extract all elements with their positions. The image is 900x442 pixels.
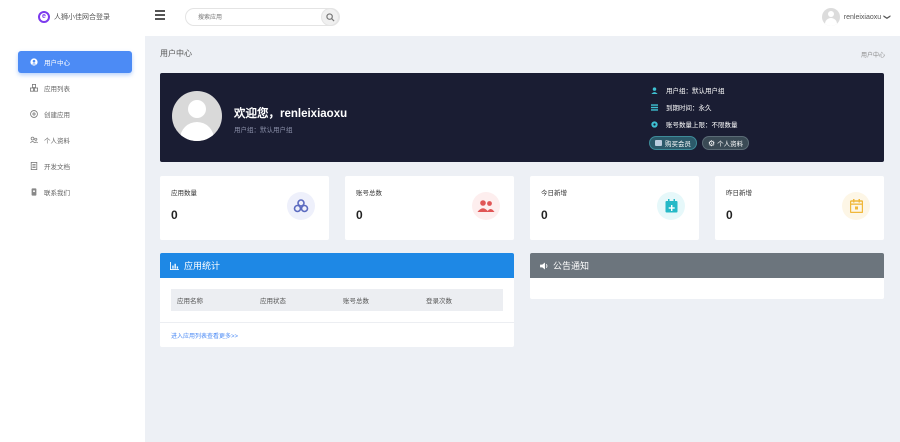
- stat-card-yesterday-new: 昨日新增 0: [715, 176, 884, 240]
- breadcrumb[interactable]: 用户中心: [861, 50, 885, 59]
- info-account-limit: 账号数量上限：不限数量: [650, 119, 738, 129]
- view-more-link[interactable]: 进入应用列表查看更多>>: [171, 331, 238, 340]
- welcome-banner: 欢迎您，renleixiaoxu 用户组：默认用户组 用户组：默认用户组 到期时…: [160, 73, 884, 162]
- calendar-plus-icon: [657, 192, 685, 220]
- stat-label: 账号总数: [356, 190, 382, 197]
- calendar-check-icon: [842, 192, 870, 220]
- cubes-icon: [287, 192, 315, 220]
- panel-header: 公告通知: [530, 253, 884, 278]
- users-icon: [472, 192, 500, 220]
- user-circle-icon: [30, 58, 38, 66]
- stat-label: 今日新增: [541, 190, 567, 197]
- banner-buttons: 购买会员 ⚙ 个人资料: [649, 136, 754, 150]
- sidebar-item-label: 应用列表: [44, 86, 70, 93]
- sidebar-item-label: 个人资料: [44, 138, 70, 145]
- stat-value: 0: [726, 208, 733, 222]
- column-header: 应用名称: [177, 298, 203, 305]
- list-icon: [650, 103, 658, 111]
- sidebar-item-user-center[interactable]: 用户中心: [18, 51, 132, 73]
- sidebar-item-dev-docs[interactable]: 开发文档: [18, 155, 132, 177]
- chevron-down-icon: ❯: [883, 14, 891, 20]
- brand-logo-icon: e: [38, 11, 50, 23]
- stat-label: 应用数量: [171, 190, 197, 197]
- sidebar-item-contact[interactable]: 联系我们: [18, 181, 132, 203]
- cubes-icon: [30, 84, 38, 92]
- panel-title: 公告通知: [553, 261, 590, 271]
- menu-toggle-icon[interactable]: [155, 10, 165, 20]
- brand[interactable]: e 人狮小佳网合登录: [38, 11, 110, 23]
- main-content: 用户中心 用户中心 欢迎您，renleixiaoxu 用户组：默认用户组 用户组…: [145, 36, 900, 442]
- brand-title: 人狮小佳网合登录: [54, 14, 110, 21]
- card-icon: [655, 140, 662, 146]
- speaker-icon: [540, 261, 549, 270]
- stat-value: 0: [171, 208, 178, 222]
- contact-icon: [30, 188, 38, 196]
- user-group-text: 用户组：默认用户组: [234, 127, 293, 134]
- user-icon: [650, 86, 658, 94]
- search-icon: [326, 13, 335, 22]
- profile-button[interactable]: ⚙ 个人资料: [702, 136, 750, 150]
- sidebar: 用户中心 应用列表 创建应用 个人资料 开发文档 联系我们: [0, 36, 145, 442]
- panel-title: 应用统计: [184, 261, 221, 271]
- plus-circle-icon: [30, 110, 38, 118]
- notice-panel: 公告通知: [530, 253, 884, 299]
- document-icon: [30, 162, 38, 170]
- sidebar-item-label: 创建应用: [44, 112, 70, 119]
- gear-icon: ⚙: [708, 138, 716, 148]
- stat-value: 0: [541, 208, 548, 222]
- column-header: 应用状态: [260, 298, 286, 305]
- stat-card-account-total: 账号总数 0: [345, 176, 514, 240]
- stat-label: 昨日新增: [726, 190, 752, 197]
- page-header: 用户中心 用户中心: [145, 36, 900, 68]
- table-header: 应用名称 应用状态 账号总数 登录次数: [171, 289, 503, 311]
- column-header: 登录次数: [426, 298, 452, 305]
- user-menu[interactable]: renleixiaoxu ❯: [821, 8, 891, 26]
- circle-icon: [650, 120, 658, 128]
- stat-card-app-count: 应用数量 0: [160, 176, 329, 240]
- sidebar-item-profile[interactable]: 个人资料: [18, 129, 132, 151]
- avatar: [172, 91, 222, 141]
- sidebar-item-label: 联系我们: [44, 190, 70, 197]
- page-title: 用户中心: [160, 49, 192, 58]
- users-icon: [30, 136, 38, 144]
- buy-membership-button[interactable]: 购买会员: [649, 136, 697, 150]
- info-expire-time: 到期时间：永久: [650, 102, 712, 112]
- avatar: [821, 8, 840, 26]
- stat-card-today-new: 今日新增 0: [530, 176, 699, 240]
- username: renleixiaoxu: [843, 13, 882, 21]
- chart-icon: [170, 261, 179, 270]
- stat-value: 0: [356, 208, 363, 222]
- search-button[interactable]: [321, 8, 339, 26]
- app-stats-panel: 应用统计 应用名称 应用状态 账号总数 登录次数 进入应用列表查看更多>>: [160, 253, 514, 347]
- sidebar-item-app-list[interactable]: 应用列表: [18, 77, 132, 99]
- sidebar-item-label: 用户中心: [44, 60, 70, 67]
- top-bar: e 人狮小佳网合登录 renleixiaoxu ❯: [0, 0, 900, 36]
- info-user-group: 用户组：默认用户组: [650, 85, 725, 95]
- welcome-text: 欢迎您，renleixiaoxu: [234, 108, 348, 120]
- divider: [160, 322, 514, 323]
- column-header: 账号总数: [343, 298, 369, 305]
- sidebar-item-label: 开发文档: [44, 164, 70, 171]
- search-box: [185, 8, 340, 26]
- sidebar-item-create-app[interactable]: 创建应用: [18, 103, 132, 125]
- search-input[interactable]: [198, 12, 318, 23]
- panel-header: 应用统计: [160, 253, 514, 278]
